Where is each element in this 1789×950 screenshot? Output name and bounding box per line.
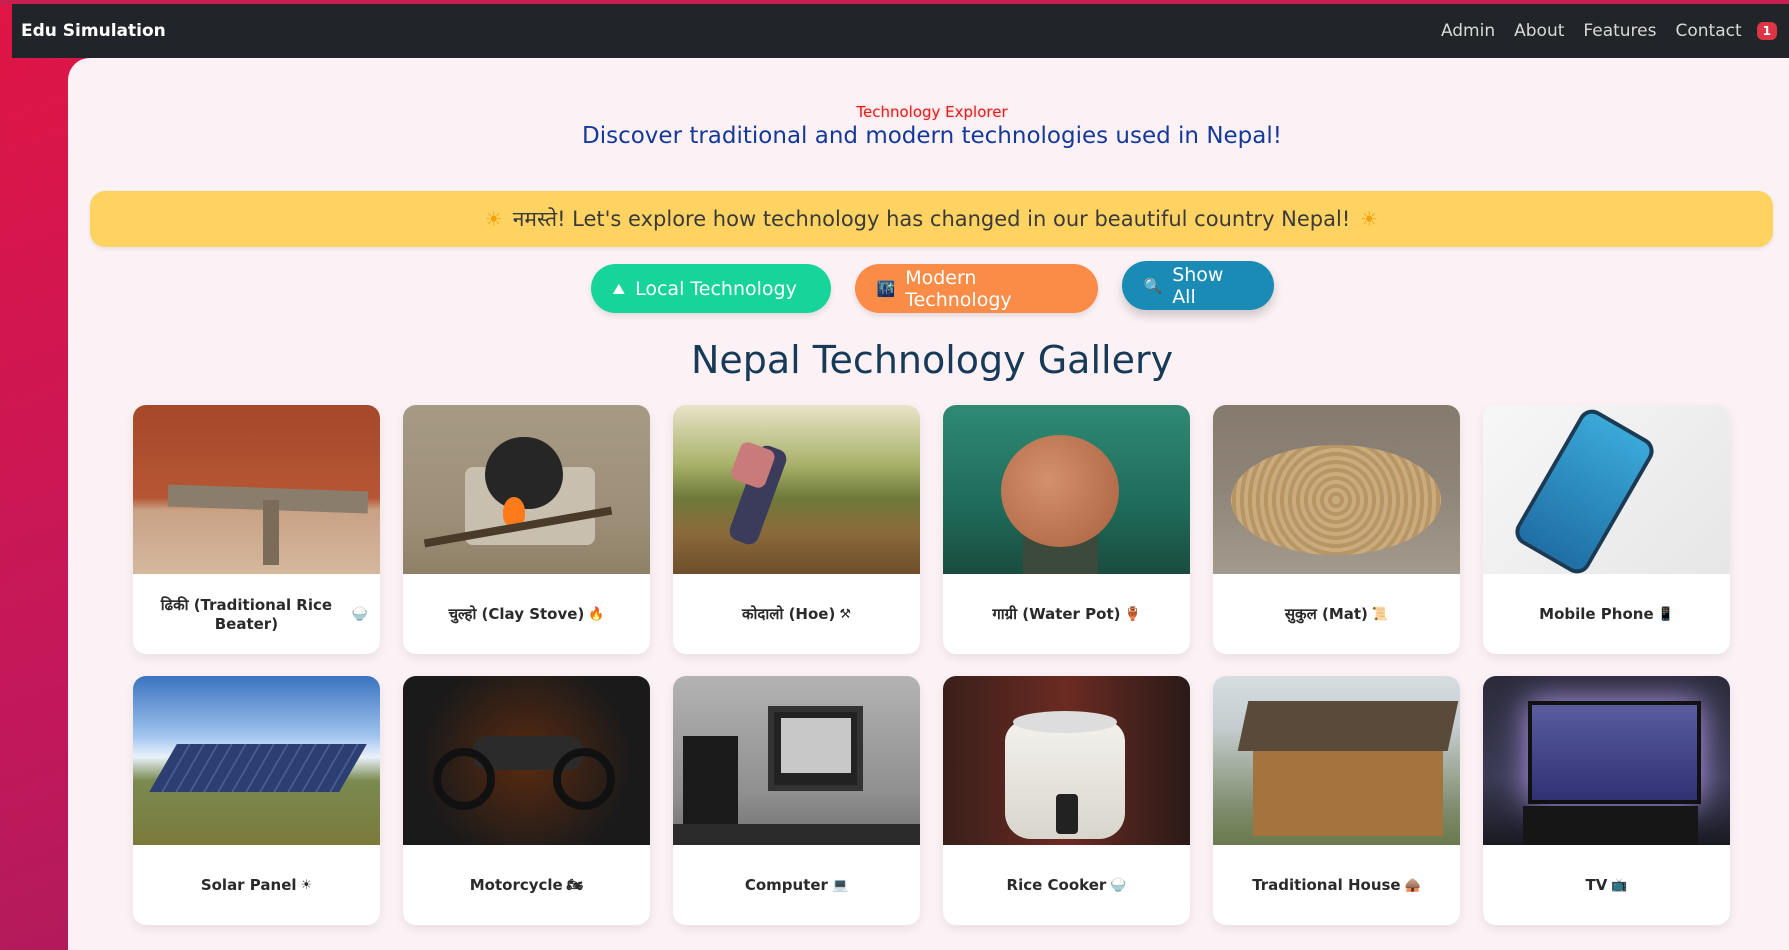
rice-icon: 🍚 bbox=[1110, 877, 1127, 893]
card-caption: Solar Panel ☀ bbox=[133, 845, 380, 925]
clay-stove-image bbox=[403, 405, 650, 574]
show-all-button[interactable]: 🔍 Show All bbox=[1121, 261, 1274, 310]
button-label: Show All bbox=[1172, 263, 1224, 308]
nav-link-contact[interactable]: Contact bbox=[1676, 21, 1742, 41]
scroll-icon: 📜 bbox=[1371, 606, 1389, 622]
card-caption: ढिकी (Traditional Rice Beater) 🍚 bbox=[133, 574, 380, 654]
mountain-icon: ⛰ bbox=[612, 279, 626, 298]
card-caption: Mobile Phone 📱 bbox=[1483, 574, 1730, 654]
gallery-card-sukul[interactable]: सुकुल (Mat) 📜 bbox=[1213, 405, 1460, 654]
motorcycle-icon: 🏍 bbox=[566, 877, 584, 893]
card-caption: Traditional House 🛖 bbox=[1213, 845, 1460, 925]
card-caption: सुकुल (Mat) 📜 bbox=[1213, 574, 1460, 654]
welcome-text: नमस्ते! Let's explore how technology has… bbox=[512, 207, 1351, 231]
gallery-card-computer[interactable]: Computer 💻 bbox=[673, 676, 920, 925]
mat-image bbox=[1213, 405, 1460, 574]
gallery-card-gagri[interactable]: गाग्री (Water Pot) 🏺 bbox=[943, 405, 1190, 654]
computer-image bbox=[673, 676, 920, 845]
button-label: Modern Technology bbox=[905, 266, 1012, 311]
card-label: Rice Cooker bbox=[1006, 876, 1107, 894]
sun-icon: ☀ bbox=[484, 207, 503, 231]
card-label: TV bbox=[1585, 876, 1608, 894]
hammer-pick-icon: ⚒ bbox=[839, 606, 851, 622]
card-label: सुकुल (Mat) bbox=[1284, 605, 1368, 623]
nav-link-admin[interactable]: Admin bbox=[1441, 21, 1495, 41]
gallery-card-motorcycle[interactable]: Motorcycle 🏍 bbox=[403, 676, 650, 925]
local-technology-button[interactable]: ⛰ Local Technology bbox=[590, 264, 831, 313]
card-label: Motorcycle bbox=[469, 876, 563, 894]
navbar: Edu Simulation Admin About Features Cont… bbox=[12, 4, 1789, 58]
gallery-card-mobile-phone[interactable]: Mobile Phone 📱 bbox=[1483, 405, 1730, 654]
brand-logo[interactable]: Edu Simulation bbox=[21, 21, 166, 41]
traditional-house-image bbox=[1213, 676, 1460, 845]
page-header: Technology Explorer Discover traditional… bbox=[68, 102, 1789, 150]
modern-technology-button[interactable]: 🌃 Modern Technology bbox=[854, 264, 1098, 313]
tv-image bbox=[1483, 676, 1730, 845]
rice-icon: 🍚 bbox=[351, 606, 368, 622]
motorcycle-image bbox=[403, 676, 650, 845]
water-pot-image bbox=[943, 405, 1190, 574]
gallery-card-dhiki[interactable]: ढिकी (Traditional Rice Beater) 🍚 bbox=[133, 405, 380, 654]
welcome-banner: ☀ नमस्ते! Let's explore how technology h… bbox=[90, 191, 1773, 247]
card-label: गाग्री (Water Pot) bbox=[992, 605, 1121, 623]
filter-buttons: ⛰ Local Technology 🌃 Modern Technology 🔍… bbox=[68, 261, 1789, 313]
card-caption: TV 📺 bbox=[1483, 845, 1730, 925]
nav-link-about[interactable]: About bbox=[1514, 21, 1564, 41]
page-subtitle: Technology Explorer bbox=[856, 103, 1008, 121]
card-label: Traditional House bbox=[1252, 876, 1401, 894]
hoe-image bbox=[673, 405, 920, 574]
gallery-title: Nepal Technology Gallery bbox=[690, 338, 1174, 382]
amphora-icon: 🏺 bbox=[1124, 606, 1141, 622]
sun-icon: ☀ bbox=[300, 877, 313, 893]
sun-icon: ☀ bbox=[1360, 207, 1379, 231]
nav-link-features[interactable]: Features bbox=[1583, 21, 1656, 41]
tv-icon: 📺 bbox=[1611, 877, 1628, 893]
button-label: Local Technology bbox=[635, 277, 797, 300]
fire-icon: 🔥 bbox=[588, 606, 605, 622]
mobile-phone-icon: 📱 bbox=[1657, 606, 1674, 622]
page-tagline: Discover traditional and modern technolo… bbox=[582, 123, 1282, 149]
card-caption: Rice Cooker 🍚 bbox=[943, 845, 1190, 925]
mobile-phone-image bbox=[1483, 405, 1730, 574]
card-label: Mobile Phone bbox=[1539, 605, 1654, 623]
notification-badge[interactable]: 1 bbox=[1756, 22, 1777, 40]
card-label: चुल्हो (Clay Stove) bbox=[448, 605, 585, 623]
card-caption: कोदालो (Hoe) ⚒ bbox=[673, 574, 920, 654]
card-label: ढिकी (Traditional Rice Beater) bbox=[160, 596, 333, 633]
card-label: कोदालो (Hoe) bbox=[742, 605, 836, 623]
gallery-card-tv[interactable]: TV 📺 bbox=[1483, 676, 1730, 925]
card-caption: चुल्हो (Clay Stove) 🔥 bbox=[403, 574, 650, 654]
solar-panel-image bbox=[133, 676, 380, 845]
card-label: Computer bbox=[744, 876, 828, 894]
gallery-card-chulo[interactable]: चुल्हो (Clay Stove) 🔥 bbox=[403, 405, 650, 654]
gallery-grid: ढिकी (Traditional Rice Beater) 🍚 चुल्हो (… bbox=[133, 405, 1730, 925]
city-icon: 🌃 bbox=[876, 279, 896, 298]
gallery-card-solar-panel[interactable]: Solar Panel ☀ bbox=[133, 676, 380, 925]
gallery-card-kodalo[interactable]: कोदालो (Hoe) ⚒ bbox=[673, 405, 920, 654]
nav-links: Admin About Features Contact 1 bbox=[1441, 21, 1777, 41]
dhiki-image bbox=[133, 405, 380, 574]
hut-icon: 🛖 bbox=[1404, 877, 1421, 893]
rice-cooker-image bbox=[943, 676, 1190, 845]
card-caption: गाग्री (Water Pot) 🏺 bbox=[943, 574, 1190, 654]
card-caption: Motorcycle 🏍 bbox=[403, 845, 650, 925]
gallery-card-rice-cooker[interactable]: Rice Cooker 🍚 bbox=[943, 676, 1190, 925]
card-caption: Computer 💻 bbox=[673, 845, 920, 925]
laptop-icon: 💻 bbox=[831, 877, 849, 893]
gallery-card-traditional-house[interactable]: Traditional House 🛖 bbox=[1213, 676, 1460, 925]
main-content: Technology Explorer Discover traditional… bbox=[68, 58, 1789, 950]
card-label: Solar Panel bbox=[200, 876, 297, 894]
search-icon: 🔍 bbox=[1143, 276, 1163, 295]
